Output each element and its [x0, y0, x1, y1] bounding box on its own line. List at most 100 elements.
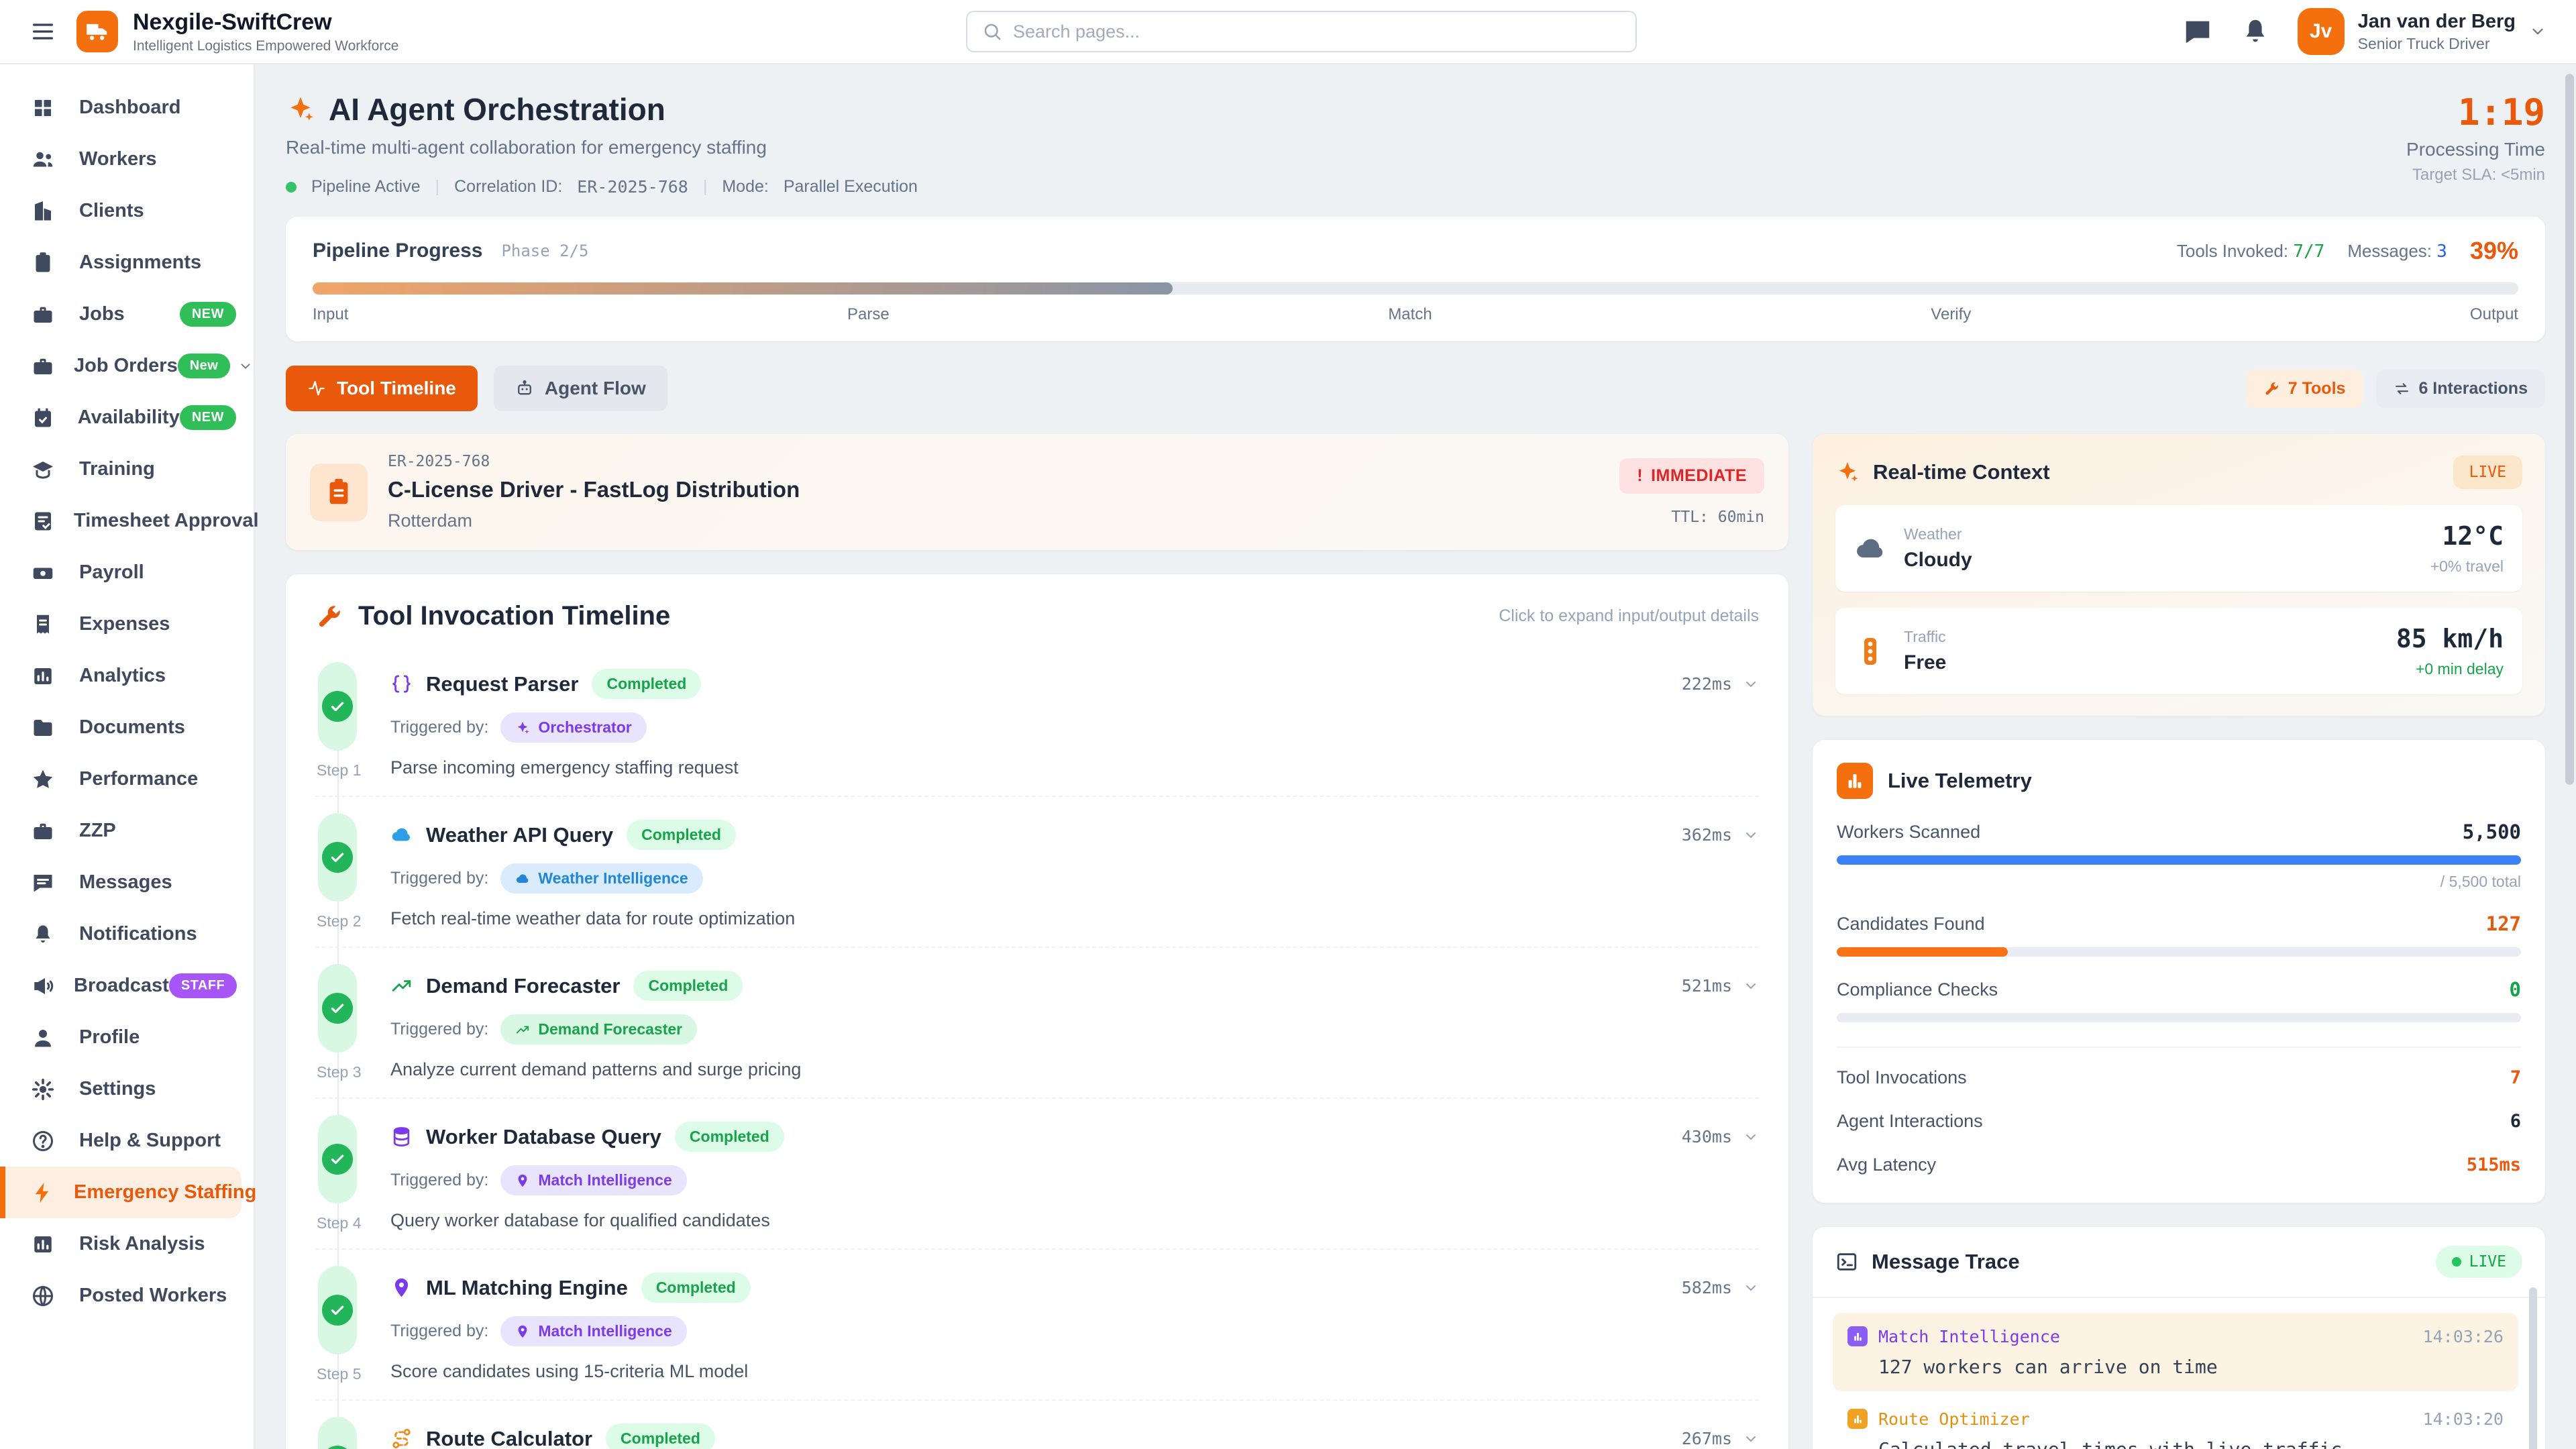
- page-title: AI Agent Orchestration: [329, 91, 665, 127]
- bar-chart-icon: [1845, 771, 1865, 791]
- activity-icon: [307, 379, 326, 398]
- sidebar-item[interactable]: Analytics: [0, 650, 254, 702]
- page-scrollbar-thumb[interactable]: [2565, 74, 2574, 785]
- assignments-icon: [31, 251, 60, 275]
- agent-chip-icon: [1847, 1409, 1868, 1429]
- sidebar-item-label: Notifications: [79, 923, 197, 945]
- terminal-icon: [1835, 1250, 1858, 1273]
- timeline-step[interactable]: Step 6 Route Calculator Completed 267ms: [315, 1417, 1759, 1449]
- chevron-down-icon[interactable]: [1743, 1129, 1759, 1145]
- sidebar-item[interactable]: Assignments: [0, 237, 254, 288]
- sidebar-item[interactable]: Documents: [0, 702, 254, 753]
- sidebar-item[interactable]: Settings: [0, 1063, 254, 1115]
- notifications-bell-icon[interactable]: [2240, 16, 2271, 47]
- sidebar-item[interactable]: Risk Analysis: [0, 1218, 254, 1270]
- timeline-step[interactable]: Step 5 ML Matching Engine Completed 582m…: [315, 1266, 1759, 1401]
- pipeline-progress-card: Pipeline Progress Phase 2/5 Tools Invoke…: [286, 217, 2545, 341]
- sidebar-item[interactable]: Training: [0, 443, 254, 495]
- sidebar-item[interactable]: Broadcast STAFF: [0, 960, 254, 1012]
- timeline-step[interactable]: Step 3 Demand Forecaster Completed 521ms: [315, 964, 1759, 1099]
- cloud-icon: [390, 824, 413, 846]
- user-menu[interactable]: Jv Jan van der Berg Senior Truck Driver: [2298, 8, 2546, 55]
- sidebar-item[interactable]: Emergency Staffing: [0, 1167, 241, 1218]
- sidebar-item-label: Dashboard: [79, 97, 180, 119]
- database-icon: [390, 1126, 413, 1148]
- traffic-light-icon: [1854, 635, 1886, 667]
- divider: [1837, 1046, 2521, 1048]
- agent-flow-button[interactable]: Agent Flow: [494, 366, 667, 411]
- sidebar-item-badge: NEW: [180, 405, 236, 430]
- message-trace-card: Message Trace LIVE Match Intelligence 14…: [1813, 1227, 2545, 1449]
- globe-icon: [31, 1284, 60, 1308]
- weather-impact: +0% travel: [2430, 557, 2504, 576]
- sidebar-item[interactable]: Expenses: [0, 598, 254, 650]
- clients-icon: [31, 199, 60, 223]
- correlation-id: ER-2025-768: [577, 177, 688, 197]
- step-status-pill: [318, 813, 357, 902]
- app-tagline: Intelligent Logistics Empowered Workforc…: [133, 38, 398, 54]
- chevron-down-icon[interactable]: [1743, 1280, 1759, 1296]
- sidebar-item-label: Settings: [79, 1078, 156, 1100]
- sidebar-item[interactable]: Performance: [0, 753, 254, 805]
- tool-duration: 222ms: [1682, 674, 1732, 694]
- sidebar-item[interactable]: Help & Support: [0, 1115, 254, 1167]
- sidebar-item[interactable]: Messages: [0, 857, 254, 908]
- emergency-icon: [31, 1181, 55, 1205]
- sidebar-item[interactable]: Notifications: [0, 908, 254, 960]
- tool-timeline-button[interactable]: Tool Timeline: [286, 366, 478, 411]
- sidebar-item[interactable]: Job Orders New: [0, 340, 254, 392]
- trace-message[interactable]: Route Optimizer 14:03:20 Calculated trav…: [1833, 1395, 2518, 1449]
- sidebar-item[interactable]: Availability NEW: [0, 392, 254, 443]
- trace-message[interactable]: Match Intelligence 14:03:26 127 workers …: [1833, 1313, 2518, 1391]
- trend-icon: [515, 1022, 530, 1037]
- search-input[interactable]: [1013, 21, 1621, 42]
- timeline-step[interactable]: Step 2 Weather API Query Completed 362ms: [315, 813, 1759, 948]
- cloud-icon: [1854, 533, 1886, 565]
- chevron-down-icon[interactable]: [1743, 676, 1759, 692]
- sidebar-item[interactable]: Clients: [0, 185, 254, 237]
- metric-value: 127: [2486, 912, 2521, 935]
- timeline-step[interactable]: Step 4 Worker Database Query Completed 4…: [315, 1115, 1759, 1250]
- trace-message-list[interactable]: Match Intelligence 14:03:26 127 workers …: [1813, 1298, 2545, 1449]
- sidebar-item[interactable]: Jobs NEW: [0, 288, 254, 340]
- step-label: Step 5: [317, 1365, 362, 1383]
- emergency-location: Rotterdam: [388, 511, 800, 531]
- page-subtitle: Real-time multi-agent collaboration for …: [286, 137, 918, 158]
- tool-description: Parse incoming emergency staffing reques…: [390, 757, 1759, 778]
- step-label: Step 3: [317, 1063, 362, 1081]
- sidebar-item[interactable]: Posted Workers: [0, 1270, 254, 1322]
- agent-badge: Match Intelligence: [500, 1165, 686, 1195]
- trace-agent-name: Route Optimizer: [1878, 1409, 2030, 1429]
- cloud-icon: [515, 871, 530, 886]
- check-icon: [322, 842, 353, 873]
- mode-value: Parallel Execution: [784, 177, 918, 197]
- chevron-down-icon[interactable]: [1743, 1431, 1759, 1447]
- sidebar-item[interactable]: Profile: [0, 1012, 254, 1063]
- brand-block: Nexgile-SwiftCrew Intelligent Logistics …: [133, 9, 398, 54]
- menu-icon[interactable]: [30, 18, 56, 45]
- agent-badge: Match Intelligence: [500, 1316, 686, 1346]
- stage-label: Output: [2470, 305, 2518, 324]
- chevron-down-icon[interactable]: [1743, 827, 1759, 843]
- sidebar-item[interactable]: Workers: [0, 133, 254, 185]
- telemetry-title: Live Telemetry: [1888, 769, 2032, 793]
- sidebar-item[interactable]: Timesheet Approval: [0, 495, 254, 547]
- priority-badge: !IMMEDIATE: [1619, 458, 1764, 494]
- agent-badge: Weather Intelligence: [500, 863, 702, 894]
- pin-icon: [390, 1277, 413, 1299]
- stage-label: Verify: [1931, 305, 1971, 324]
- chevron-down-icon[interactable]: [1743, 978, 1759, 994]
- trend-icon: [390, 975, 413, 997]
- trace-scrollbar-thumb[interactable]: [2529, 1287, 2537, 1449]
- agent-name: Match Intelligence: [538, 1322, 672, 1340]
- traffic-label: Traffic: [1904, 628, 1946, 646]
- sidebar-item[interactable]: Payroll: [0, 547, 254, 598]
- sidebar-item[interactable]: Dashboard: [0, 82, 254, 133]
- metric-label: Candidates Found: [1837, 914, 1985, 934]
- pipeline-progress-bar: [313, 282, 2518, 294]
- sidebar-item[interactable]: ZZP: [0, 805, 254, 857]
- timeline-step[interactable]: Step 1 Request Parser Completed 222ms: [315, 662, 1759, 797]
- messages-icon[interactable]: [2182, 16, 2213, 47]
- main-content: AI Agent Orchestration Real-time multi-a…: [255, 64, 2576, 1449]
- wrench-icon: [2263, 380, 2280, 397]
